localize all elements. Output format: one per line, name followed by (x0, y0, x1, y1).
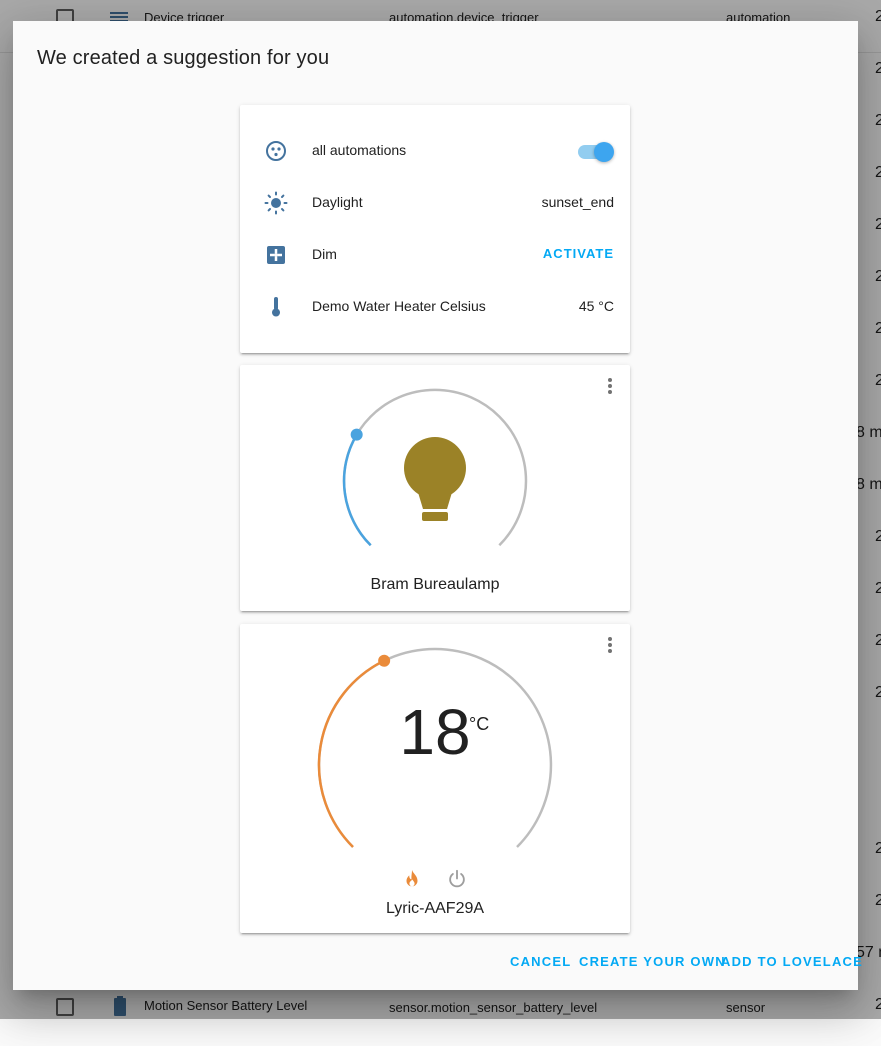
current-temperature: 18 (399, 696, 471, 768)
slider-handle[interactable] (350, 428, 363, 441)
brightness-slider[interactable] (340, 385, 530, 555)
slider-handle[interactable] (378, 654, 391, 667)
dialog-title: We created a suggestion for you (37, 47, 330, 69)
lightbulb-icon[interactable] (404, 437, 466, 521)
entity-name: Daylight (312, 194, 363, 210)
entity-row-all-automations[interactable]: all automations (256, 131, 614, 171)
activate-button[interactable]: ACTIVATE (543, 246, 614, 261)
entity-row-water-heater[interactable]: Demo Water Heater Celsius 45 °C (256, 287, 614, 327)
scene-icon (267, 246, 285, 264)
entities-card: all automations Daylight sunset_end Dim … (240, 105, 630, 353)
cancel-button[interactable]: CANCEL (510, 954, 571, 969)
entity-name: all automations (312, 142, 407, 158)
temperature-unit: °C (469, 714, 490, 734)
robot-icon (266, 141, 286, 161)
thermostat-card: 18 °C Lyric-AAF29A (240, 624, 630, 933)
thermometer-icon (272, 297, 280, 317)
create-your-own-button[interactable]: CREATE YOUR OWN (579, 954, 726, 969)
more-vert-icon[interactable] (600, 375, 620, 397)
entity-state: sunset_end (541, 194, 614, 210)
sun-icon (264, 191, 288, 215)
entity-name: Dim (312, 246, 337, 262)
slider-fill (342, 434, 372, 547)
entity-state: 45 °C (578, 298, 614, 314)
more-vert-icon[interactable] (600, 634, 620, 656)
entity-name: Demo Water Heater Celsius (312, 298, 486, 314)
light-card: Bram Bureaulamp (240, 365, 630, 611)
entity-row-daylight[interactable]: Daylight sunset_end (256, 183, 614, 223)
light-name: Bram Bureaulamp (370, 576, 500, 593)
thermostat-name: Lyric-AAF29A (385, 900, 485, 917)
entity-row-dim[interactable]: Dim ACTIVATE (256, 235, 614, 275)
toggle-knob (594, 142, 614, 162)
add-to-lovelace-button[interactable]: ADD TO LOVELACE (721, 954, 863, 969)
automations-toggle[interactable] (576, 141, 614, 162)
dialog-actions: CANCEL CREATE YOUR OWN ADD TO LOVELACE (510, 954, 862, 974)
power-icon[interactable] (446, 868, 468, 890)
fire-icon[interactable] (401, 868, 423, 890)
suggestion-dialog: We created a suggestion for you all auto… (13, 21, 862, 990)
